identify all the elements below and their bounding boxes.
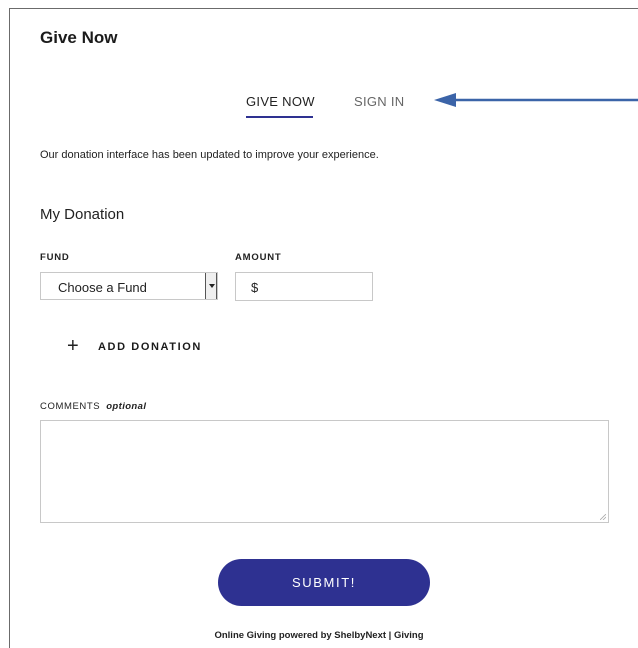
- submit-button[interactable]: SUBMIT!: [218, 559, 430, 606]
- active-tab-indicator: [246, 116, 313, 118]
- fund-select[interactable]: Choose a Fund: [40, 272, 218, 300]
- tab-give-now[interactable]: GIVE NOW: [246, 94, 315, 109]
- fund-select-value: Choose a Fund: [58, 280, 147, 295]
- resize-grip-icon[interactable]: [600, 514, 606, 520]
- comments-label-text: COMMENTS: [40, 401, 101, 412]
- amount-label: AMOUNT: [235, 252, 282, 263]
- dropdown-arrow-icon[interactable]: [205, 273, 217, 299]
- annotation-arrow-icon: [434, 93, 638, 107]
- notice-text: Our donation interface has been updated …: [40, 149, 379, 161]
- currency-symbol: $: [251, 280, 259, 295]
- page-title: Give Now: [40, 28, 118, 47]
- optional-label: optional: [106, 401, 147, 412]
- comments-textarea[interactable]: [40, 420, 609, 523]
- add-donation-label: ADD DONATION: [98, 341, 202, 353]
- fund-label: FUND: [40, 252, 70, 263]
- my-donation-heading: My Donation: [40, 206, 125, 223]
- tab-sign-in[interactable]: SIGN IN: [354, 94, 405, 109]
- plus-icon: +: [67, 335, 79, 357]
- amount-input[interactable]: $: [235, 272, 373, 301]
- comments-label: COMMENTS optional: [40, 401, 146, 412]
- footer-text: Online Giving powered by ShelbyNext | Gi…: [214, 630, 424, 641]
